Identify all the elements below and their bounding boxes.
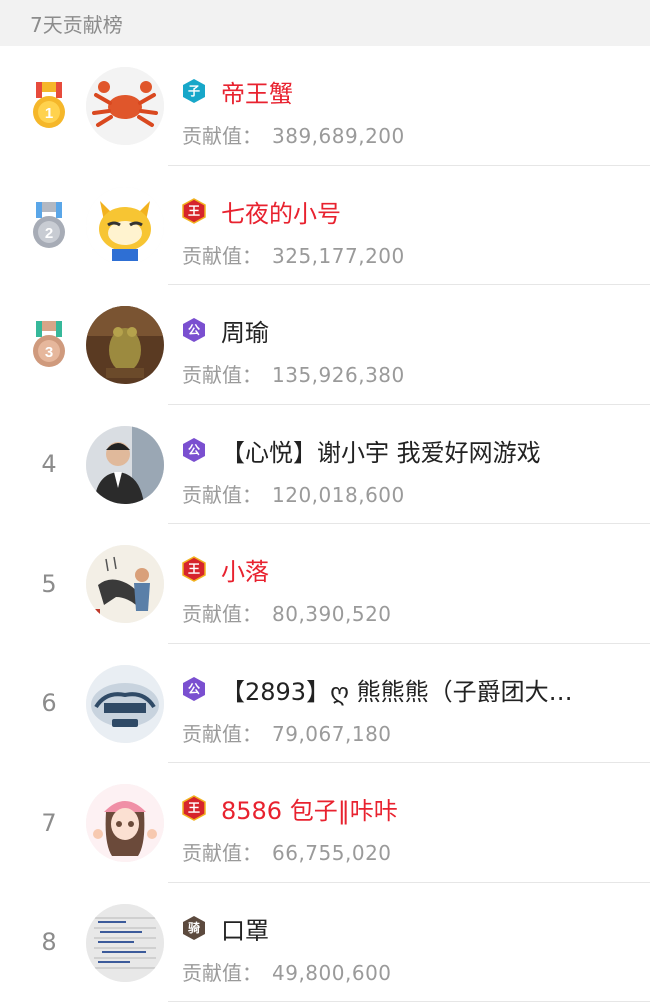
man-portrait-avatar-icon (86, 425, 164, 504)
contribution-value: 贡献值： 135,926,380 (182, 359, 405, 388)
svg-text:公: 公 (188, 323, 200, 337)
contribution-number: 66,755,020 (272, 841, 392, 865)
avatar[interactable] (86, 67, 164, 145)
svg-text:1: 1 (45, 105, 53, 122)
contribution-label: 贡献值： (182, 363, 262, 387)
user-name[interactable]: 帝王蟹 (221, 74, 293, 109)
cartoon-raccoon-avatar-icon (86, 186, 164, 265)
user-name[interactable]: 8586 包子‖咔咔 (221, 791, 398, 826)
anime-girl-avatar-icon (86, 784, 164, 862)
badge-gong-icon: 公 (183, 437, 205, 462)
divider (168, 1001, 650, 1002)
avatar[interactable] (86, 306, 164, 384)
avatar[interactable] (86, 664, 164, 743)
list-item[interactable]: 1 子 帝王蟹 贡献值： 389,689,200 (0, 46, 650, 166)
frog-statue-avatar-icon (86, 306, 164, 384)
contribution-value: 贡献值： 66,755,020 (182, 837, 392, 866)
user-name[interactable]: 口罩 (221, 911, 269, 946)
contribution-label: 贡献值： (182, 482, 262, 507)
badge-gong-icon: 公 (183, 676, 205, 701)
contribution-number: 389,689,200 (272, 124, 405, 148)
contribution-label: 贡献值： (182, 602, 262, 626)
badge-gong-icon: 公 (183, 318, 205, 342)
contribution-number: 79,067,180 (272, 721, 392, 746)
rank-number: 8 (41, 928, 57, 956)
contribution-label: 贡献值： (182, 124, 262, 148)
contribution-value: 贡献值： 79,067,180 (182, 718, 392, 747)
rank-number: 6 (41, 689, 57, 717)
contribution-label: 贡献值： (182, 243, 262, 268)
contribution-number: 325,177,200 (272, 243, 405, 268)
contribution-number: 80,390,520 (272, 602, 392, 626)
contribution-value: 贡献值： 389,689,200 (182, 120, 405, 149)
leaderboard-list: 1 子 帝王蟹 贡献值： 389,689,200 2 王 七夜的小号 贡献值： … (0, 46, 650, 1002)
svg-text:骑: 骑 (188, 920, 200, 935)
list-item[interactable]: 3 公 周瑜 贡献值： 135,926,380 (0, 285, 650, 405)
page-title: 7天贡献榜 (30, 12, 123, 37)
list-item[interactable]: 2 王 七夜的小号 贡献值： 325,177,200 (0, 166, 650, 285)
avatar[interactable] (86, 903, 164, 982)
page-header: 7天贡献榜 (0, 0, 650, 46)
contribution-number: 120,018,600 (272, 482, 405, 507)
list-item[interactable]: 7 王 8586 包子‖咔咔 贡献值： 66,755,020 (0, 763, 650, 883)
badge-wang-icon: 王 (182, 197, 206, 224)
svg-text:子: 子 (188, 84, 200, 98)
bear-logo-avatar-icon (86, 664, 164, 743)
list-item[interactable]: 5 王 小落 贡献值： 80,390,520 (0, 524, 650, 644)
svg-text:公: 公 (188, 682, 200, 696)
avatar[interactable] (86, 545, 164, 623)
svg-text:王: 王 (188, 562, 200, 576)
svg-text:2: 2 (45, 225, 53, 242)
badge-zi-icon: 子 (183, 79, 205, 103)
badge-qi-icon: 骑 (183, 915, 205, 940)
bronze-medal-icon: 3 (33, 321, 65, 367)
contribution-label: 贡献值： (182, 721, 262, 746)
rank-number: 4 (41, 450, 57, 478)
rank-number: 7 (41, 808, 57, 837)
handwritten-note-avatar-icon (86, 903, 164, 982)
contribution-number: 49,800,600 (272, 960, 392, 985)
badge-wang-icon: 王 (182, 556, 206, 582)
svg-text:3: 3 (45, 344, 53, 361)
ink-painting-avatar-icon (86, 545, 164, 623)
list-item[interactable]: 8 骑 口罩 贡献值： 49,800,600 (0, 883, 650, 1002)
user-name[interactable]: 【心悦】谢小宇 我爱好网游戏 (221, 433, 541, 468)
list-item[interactable]: 4 公 【心悦】谢小宇 我爱好网游戏 贡献值： 120,018,600 (0, 405, 650, 524)
crab-avatar-icon (86, 67, 164, 145)
svg-text:王: 王 (188, 801, 200, 815)
avatar[interactable] (86, 186, 164, 265)
list-item[interactable]: 6 公 【2893】ღ 熊熊熊（子爵团大… 贡献值： 79,067,180 (0, 644, 650, 763)
rank-number: 5 (41, 569, 57, 598)
avatar[interactable] (86, 784, 164, 862)
svg-text:公: 公 (188, 443, 200, 457)
contribution-number: 135,926,380 (272, 363, 405, 387)
user-name[interactable]: 七夜的小号 (221, 194, 341, 229)
svg-text:王: 王 (188, 204, 200, 218)
user-name[interactable]: 【2893】ღ 熊熊熊（子爵团大… (221, 672, 573, 707)
user-name[interactable]: 小落 (221, 552, 269, 587)
user-name[interactable]: 周瑜 (221, 313, 269, 348)
gold-medal-icon: 1 (33, 82, 65, 128)
contribution-value: 贡献值： 80,390,520 (182, 598, 392, 627)
badge-wang-icon: 王 (182, 795, 206, 821)
contribution-value: 贡献值： 325,177,200 (182, 240, 405, 269)
contribution-label: 贡献值： (182, 960, 262, 985)
avatar[interactable] (86, 425, 164, 504)
silver-medal-icon: 2 (33, 201, 65, 248)
contribution-value: 贡献值： 120,018,600 (182, 479, 405, 508)
contribution-value: 贡献值： 49,800,600 (182, 957, 392, 986)
contribution-label: 贡献值： (182, 841, 262, 865)
